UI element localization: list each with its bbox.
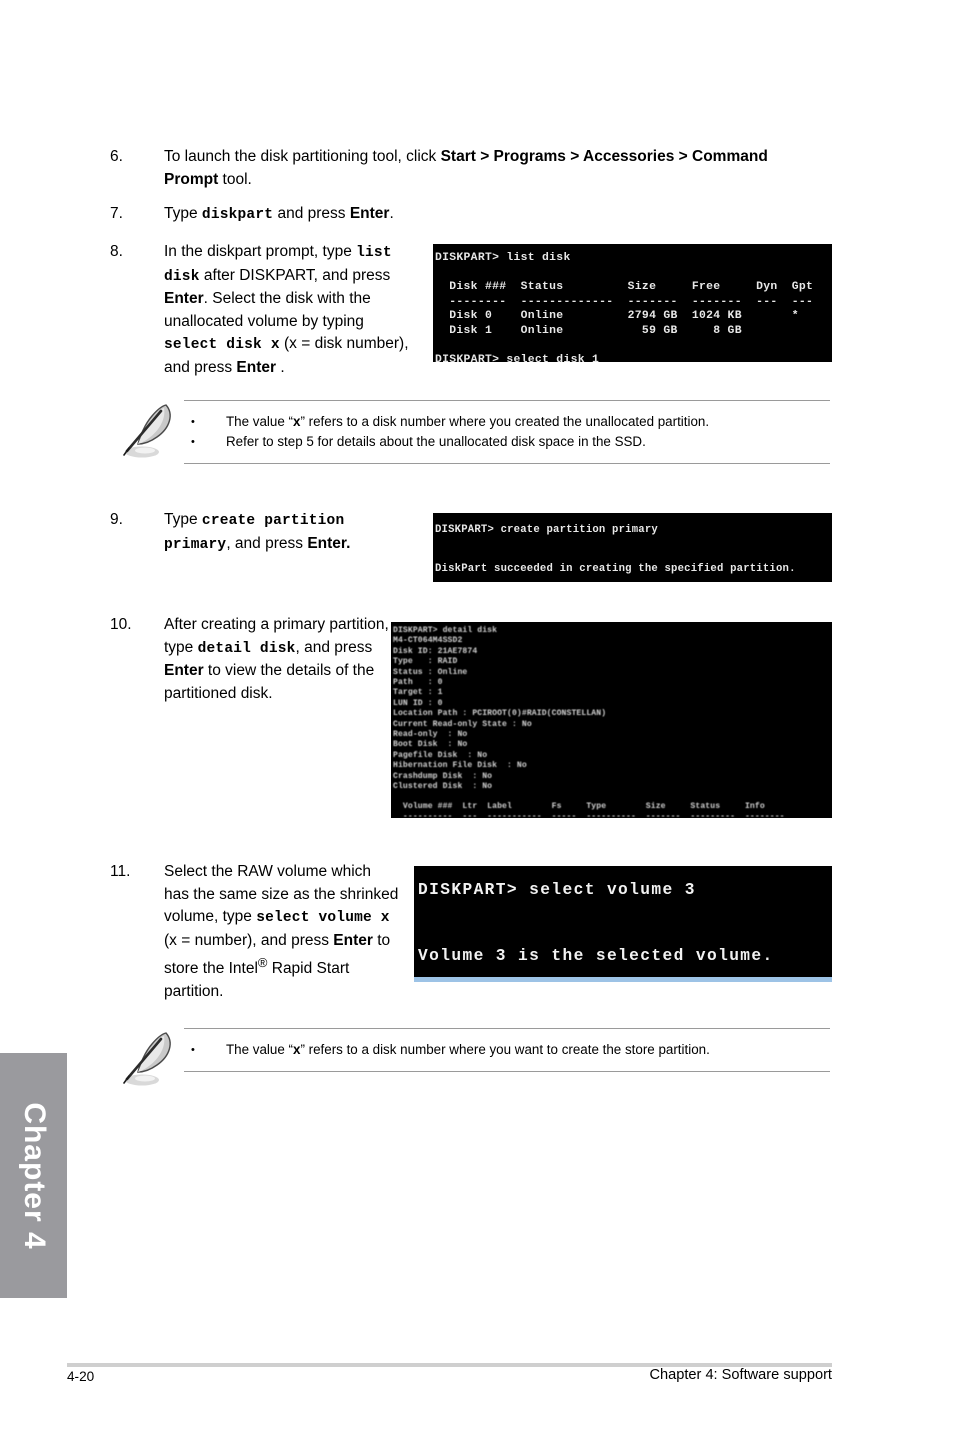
step-7-text: Type diskpart and press Enter.: [164, 203, 394, 227]
terminal-detail-disk-table-header: Volume ### Ltr Label Fs Type Size Status…: [402, 801, 785, 819]
step-9-text: Type create partition primary, and press…: [164, 509, 410, 556]
terminal-select-volume-output: DISKPART> select volume 3 Volume 3 is th…: [418, 881, 774, 965]
step-9-text-part2: , and press: [226, 534, 308, 552]
step-6-text-part2: tool.: [218, 170, 252, 188]
step-11-registered-mark: ®: [257, 955, 268, 970]
step-9-text-part1: Type: [164, 511, 202, 528]
step-8: 8. In the diskpart prompt, type list dis…: [110, 241, 410, 379]
step-10-command: detail disk: [197, 640, 296, 657]
note-2-text-1-pre: The value “: [226, 1042, 293, 1057]
step-7-command: diskpart: [201, 207, 274, 223]
note-1-text-1: The value “x” refers to a disk number wh…: [226, 412, 830, 432]
step-8-text: In the diskpart prompt, type list disk a…: [164, 241, 410, 379]
step-7-key-enter: Enter: [349, 205, 390, 222]
terminal-detail-disk-header: DISKPART> detail disk: [393, 626, 498, 635]
note-2-text-1: The value “x” refers to a disk number wh…: [226, 1040, 830, 1060]
note-2-panel: • The value “x” refers to a disk number …: [184, 1028, 830, 1072]
step-11: 11. Select the RAW volume which has the …: [110, 861, 400, 1003]
quill-icon-svg: [123, 404, 171, 458]
footer-chapter-label: Chapter 4: Software support: [649, 1367, 832, 1383]
document-page: 6. To launch the disk partitioning tool,…: [0, 0, 954, 1438]
step-7-text-part3: .: [389, 205, 394, 222]
step-11-number: 11.: [110, 863, 131, 880]
step-11-text: Select the RAW volume which has the same…: [164, 861, 400, 1003]
step-8-text-part2: after DISKPART, and press: [199, 266, 391, 284]
step-7-text-part1: Type: [164, 205, 202, 222]
note-1-item-2: • Refer to step 5 for details about the …: [184, 432, 830, 452]
step-10-key-enter: Enter: [164, 662, 204, 679]
step-11-key-enter: Enter: [333, 931, 373, 949]
step-11-text-part2: (x = number), and press: [164, 931, 334, 949]
step-6: 6. To launch the disk partitioning tool,…: [110, 146, 770, 191]
note-1-panel: • The value “x” refers to a disk number …: [184, 400, 830, 464]
step-7-number: 7.: [110, 205, 123, 222]
note-2-item-1: • The value “x” refers to a disk number …: [184, 1040, 830, 1060]
note-1-bullet-1: •: [191, 416, 195, 428]
terminal-detail-disk: DISKPART> detail disk M4-CT064M4SSD2 Dis…: [391, 622, 832, 818]
step-9-key-enter: Enter.: [307, 534, 351, 552]
chapter-side-tab: Chapter 4: [0, 1053, 67, 1298]
note-2-bullet-1: •: [191, 1044, 195, 1056]
step-11-command: select volume x: [256, 910, 390, 926]
step-8-text-part5: .: [276, 358, 285, 376]
step-8-text-part1: In the diskpart prompt, type: [164, 243, 357, 260]
note-block-2: • The value “x” refers to a disk number …: [110, 1028, 830, 1090]
quill-icon-2-svg: [123, 1032, 171, 1086]
note-1-text-1-post: ” refers to a disk number where you crea…: [300, 414, 710, 429]
quill-icon: [110, 400, 184, 462]
step-10-text-part2: , and press: [295, 638, 373, 656]
step-8-number: 8.: [110, 243, 123, 260]
step-10-text: After creating a primary partition, type…: [164, 614, 400, 705]
footer-page-number: 4-20: [67, 1369, 95, 1384]
terminal-create-partition: DISKPART> create partition primary DiskP…: [433, 513, 832, 582]
note-1-bullet-2: •: [191, 436, 195, 448]
step-10-number: 10.: [110, 616, 132, 633]
chapter-side-tab-label: Chapter 4: [17, 1101, 51, 1250]
terminal-list-disk: DISKPART> list disk Disk ### Status Size…: [433, 244, 832, 362]
step-9-number: 9.: [110, 511, 123, 528]
step-7: 7. Type diskpart and press Enter.: [110, 203, 770, 227]
step-7-text-part2: and press: [273, 205, 350, 222]
step-10: 10. After creating a primary partition, …: [110, 614, 400, 705]
note-block-1: • The value “x” refers to a disk number …: [110, 400, 830, 464]
step-9: 9. Type create partition primary, and pr…: [110, 509, 410, 556]
terminal-list-disk-output: DISKPART> list disk Disk ### Status Size…: [435, 252, 814, 362]
step-6-text: To launch the disk partitioning tool, cl…: [164, 146, 770, 191]
step-8-command-select-disk: select disk x: [164, 337, 280, 353]
note-1-text-2: Refer to step 5 for details about the un…: [226, 434, 646, 449]
terminal-detail-disk-body: M4-CT064M4SSD2 Disk ID: 21AE7874 Type : …: [393, 636, 607, 792]
step-8-key-enter-2: Enter: [236, 358, 277, 376]
note-1-text-1-pre: The value “: [226, 414, 293, 429]
step-8-key-enter-1: Enter: [164, 290, 204, 307]
quill-icon-2: [110, 1028, 184, 1090]
step-6-text-part1: To launch the disk partitioning tool, cl…: [164, 148, 441, 165]
step-6-number: 6.: [110, 148, 123, 165]
note-1-item-1: • The value “x” refers to a disk number …: [184, 412, 830, 432]
terminal-select-volume: DISKPART> select volume 3 Volume 3 is th…: [414, 866, 832, 982]
note-2-text-1-post: ” refers to a disk number where you want…: [300, 1042, 710, 1057]
terminal-create-partition-output: DISKPART> create partition primary DiskP…: [435, 524, 796, 575]
